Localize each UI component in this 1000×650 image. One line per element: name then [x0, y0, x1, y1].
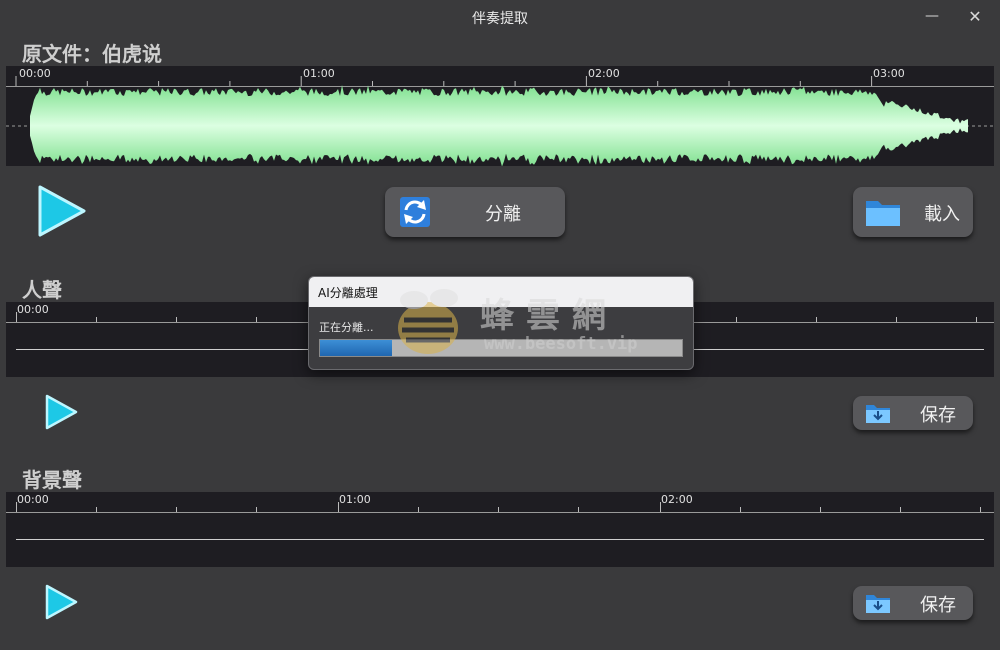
separate-button[interactable]: 分離 — [385, 187, 565, 237]
load-button-label: 載入 — [924, 204, 960, 225]
background-empty-waveform — [16, 539, 984, 540]
original-file-label: 原文件：伯虎说 — [22, 42, 162, 66]
play-icon — [45, 584, 78, 620]
background-time-ruler: 00:00 01:00 02:00 — [6, 492, 994, 513]
minimize-button[interactable]: — — [914, 4, 950, 28]
save-vocals-button[interactable]: 保存 — [853, 396, 973, 430]
play-icon — [45, 394, 78, 430]
tick-label: 00:00 — [17, 303, 49, 316]
close-button[interactable]: ✕ — [957, 4, 993, 28]
separate-button-label: 分離 — [485, 204, 521, 225]
play-icon — [38, 185, 86, 237]
tick-label: 02:00 — [661, 493, 693, 506]
refresh-icon — [400, 197, 430, 227]
vocals-label: 人聲 — [22, 278, 62, 302]
save-background-button[interactable]: 保存 — [853, 586, 973, 620]
background-waveform-track[interactable]: 00:00 01:00 02:00 — [6, 492, 994, 567]
original-waveform — [6, 76, 994, 166]
play-vocals-button[interactable] — [44, 394, 78, 434]
folder-icon — [866, 201, 900, 226]
save-vocals-label: 保存 — [920, 405, 956, 426]
window-title: 伴奏提取 — [472, 11, 528, 27]
dialog-title: AI分離處理 — [318, 286, 378, 300]
separation-progress-dialog: AI分離處理 正在分離... — [308, 276, 694, 370]
save-background-label: 保存 — [920, 595, 956, 616]
dialog-status-text: 正在分離... — [319, 321, 374, 334]
progress-fill — [320, 340, 393, 356]
play-background-button[interactable] — [44, 584, 78, 624]
original-waveform-track[interactable]: 00:00 01:00 02:00 03:00 — [6, 66, 994, 166]
dialog-header: AI分離處理 — [309, 277, 693, 307]
save-folder-icon — [866, 405, 890, 423]
tick-label: 00:00 — [17, 493, 49, 506]
save-folder-icon — [866, 595, 890, 613]
play-original-button[interactable] — [36, 185, 86, 241]
separation-progress-bar — [319, 339, 683, 357]
load-button[interactable]: 載入 — [853, 187, 973, 237]
title-bar: 伴奏提取 — ✕ — [0, 0, 1000, 34]
tick-label: 01:00 — [339, 493, 371, 506]
background-label: 背景聲 — [22, 468, 82, 492]
